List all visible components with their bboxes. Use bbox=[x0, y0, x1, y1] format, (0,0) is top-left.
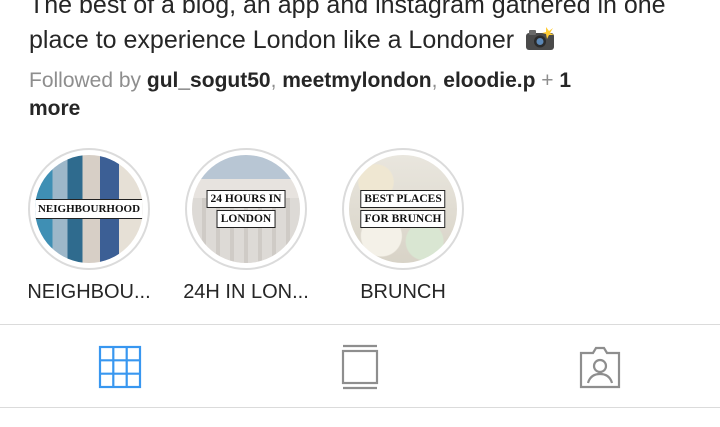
tab-grid-view[interactable] bbox=[96, 343, 144, 391]
more-followers-count[interactable]: 1 bbox=[559, 69, 571, 92]
followed-by-text[interactable]: Followed by gul_sogut50, meetmylondon, e… bbox=[29, 67, 689, 123]
highlight-cover-text: BEST PLACES FOR BRUNCH bbox=[360, 189, 446, 229]
highlight-ring[interactable]: BEST PLACES FOR BRUNCH bbox=[342, 148, 464, 270]
highlight-ring[interactable]: 24 HOURS IN LONDON bbox=[185, 148, 307, 270]
more-followers-label[interactable]: more bbox=[29, 97, 80, 120]
profile-tab-bar bbox=[0, 325, 720, 408]
highlight-cover-text: 24 HOURS IN LONDON bbox=[206, 189, 286, 229]
followed-by-prefix: Followed by bbox=[29, 69, 147, 92]
highlight-cover-text: NEIGHBOURHOOD bbox=[35, 199, 143, 219]
story-highlights: NEIGHBOURHOOD NEIGHBOU... 24 HOURS IN LO… bbox=[0, 148, 720, 318]
highlight-cover-image[interactable]: 24 HOURS IN LONDON bbox=[192, 155, 300, 263]
follower-username[interactable]: meetmylondon bbox=[282, 69, 431, 92]
camera-with-flash-icon bbox=[525, 26, 555, 50]
highlight-title[interactable]: NEIGHBOU... bbox=[19, 280, 159, 304]
follower-username[interactable]: eloodie.p bbox=[443, 69, 535, 92]
highlight-brunch[interactable]: BEST PLACES FOR BRUNCH BRUNCH bbox=[333, 148, 473, 304]
tagged-person-icon bbox=[579, 346, 621, 389]
profile-bio: The best of a blog, an app and instagram… bbox=[29, 0, 709, 58]
follower-username[interactable]: gul_sogut50 bbox=[147, 69, 271, 92]
profile-page: The best of a blog, an app and instagram… bbox=[0, 0, 720, 427]
highlight-title[interactable]: 24H IN LON... bbox=[176, 280, 316, 304]
highlight-cover-image[interactable]: BEST PLACES FOR BRUNCH bbox=[349, 155, 457, 263]
highlight-ring[interactable]: NEIGHBOURHOOD bbox=[28, 148, 150, 270]
tab-feed-view[interactable] bbox=[336, 343, 384, 391]
feed-icon bbox=[341, 344, 379, 390]
highlight-24h-in-london[interactable]: 24 HOURS IN LONDON 24H IN LON... bbox=[176, 148, 316, 304]
highlight-title[interactable]: BRUNCH bbox=[333, 280, 473, 304]
bio-text: The best of a blog, an app and instagram… bbox=[29, 0, 666, 54]
highlight-neighbourhood[interactable]: NEIGHBOURHOOD NEIGHBOU... bbox=[19, 148, 159, 304]
tabbar-bottom-divider bbox=[0, 407, 720, 408]
grid-icon bbox=[98, 345, 142, 389]
tab-tagged-view[interactable] bbox=[576, 343, 624, 391]
highlight-cover-image[interactable]: NEIGHBOURHOOD bbox=[35, 155, 143, 263]
